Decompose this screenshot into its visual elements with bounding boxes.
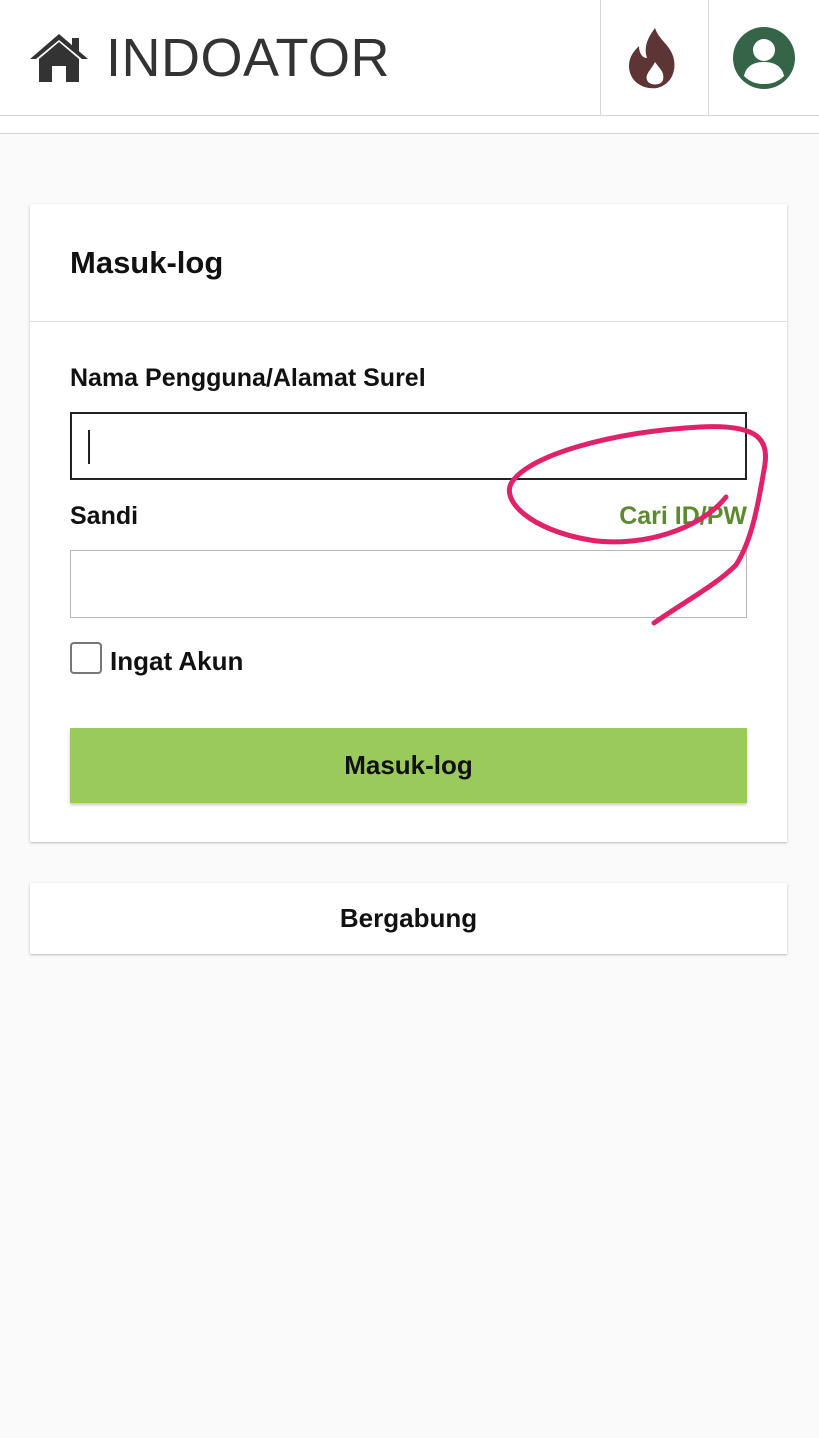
username-input[interactable]	[70, 412, 747, 480]
login-card: Masuk-log Nama Pengguna/Alamat Surel San…	[30, 204, 787, 842]
account-icon	[733, 26, 795, 89]
login-card-header: Masuk-log	[30, 204, 787, 322]
remember-label: Ingat Akun	[110, 646, 244, 676]
remember-checkbox[interactable]	[70, 641, 102, 674]
home-icon	[30, 34, 88, 82]
password-input[interactable]	[70, 550, 747, 618]
find-id-pw-link[interactable]: Cari ID/PW	[619, 502, 747, 531]
hot-button[interactable]	[600, 0, 708, 115]
sub-bar	[0, 116, 819, 134]
login-button-label: Masuk-log	[344, 750, 473, 780]
top-app-bar: INDOATOR	[0, 0, 819, 116]
password-label: Sandi	[70, 502, 139, 530]
account-button[interactable]	[708, 0, 819, 115]
username-label: Nama Pengguna/Alamat Surel	[70, 364, 426, 392]
home-link[interactable]: INDOATOR	[28, 30, 390, 86]
join-button[interactable]: Bergabung	[30, 883, 787, 954]
brand-name: INDOATOR	[106, 28, 391, 88]
remember-account[interactable]: Ingat Akun	[70, 638, 243, 677]
login-title: Masuk-log	[70, 244, 224, 280]
text-caret	[88, 430, 90, 464]
join-label: Bergabung	[339, 903, 478, 933]
fire-icon	[628, 27, 674, 88]
login-button[interactable]: Masuk-log	[70, 728, 747, 803]
